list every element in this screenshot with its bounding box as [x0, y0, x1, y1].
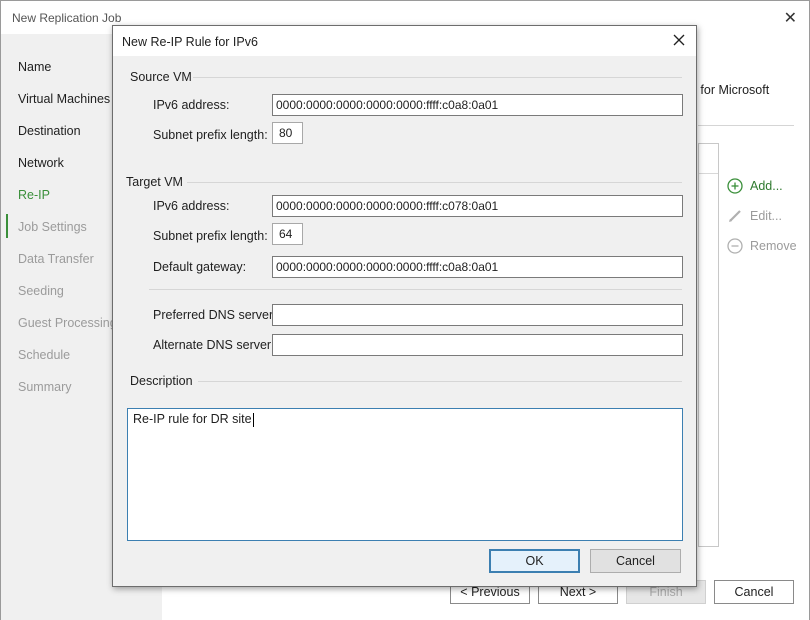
edit-rule-label: Edit... [750, 209, 782, 223]
dialog-titlebar: New Re-IP Rule for IPv6 [113, 26, 696, 56]
step-seeding: Seeding [18, 284, 64, 298]
step-schedule: Schedule [18, 348, 71, 362]
source-ipv6-field[interactable]: 0000:0000:0000:0000:0000:ffff:c0a8:0a01 [272, 94, 683, 116]
step-data-transfer: Data Transfer [18, 252, 94, 266]
target-ipv6-field[interactable]: 0000:0000:0000:0000:0000:ffff:c078:0a01 [272, 195, 683, 217]
target-vm-group-label: Target VM [126, 175, 183, 189]
wizard-cancel-button[interactable]: Cancel [714, 580, 794, 604]
default-gateway-label: Default gateway: [153, 260, 247, 274]
remove-icon [727, 238, 743, 254]
remove-rule-label: Remove [750, 239, 797, 253]
re-ip-rules-list[interactable] [698, 143, 719, 547]
step-re-ip[interactable]: Re-IP [18, 188, 50, 202]
pencil-icon [729, 210, 741, 222]
remove-rule-button: Remove [727, 238, 797, 254]
edit-rule-button: Edit... [727, 208, 782, 224]
description-textarea[interactable]: Re-IP rule for DR site [127, 408, 683, 541]
add-rule-label: Add... [750, 179, 783, 193]
source-prefix-field[interactable]: 80 [272, 122, 303, 144]
preferred-dns-label: Preferred DNS server: [153, 308, 277, 322]
target-prefix-label: Subnet prefix length: [153, 229, 268, 243]
step-summary: Summary [18, 380, 72, 394]
add-icon [727, 178, 743, 194]
source-prefix-label: Subnet prefix length: [153, 128, 268, 142]
dns-divider [149, 289, 682, 290]
close-icon[interactable] [670, 31, 688, 49]
step-network[interactable]: Network [18, 156, 64, 170]
text-caret [252, 412, 254, 427]
dialog-title: New Re-IP Rule for IPv6 [122, 35, 258, 49]
active-step-marker [6, 214, 8, 238]
step-job-settings: Job Settings [18, 220, 87, 234]
description-text: Re-IP rule for DR site [133, 412, 252, 426]
re-ip-rule-dialog: New Re-IP Rule for IPv6 Source VM IPv6 a… [112, 25, 697, 587]
step-name[interactable]: Name [18, 60, 51, 74]
alternate-dns-field[interactable] [272, 334, 683, 356]
step-description-fragment: d for Microsoft [690, 83, 770, 97]
source-vm-group-label: Source VM [130, 70, 192, 84]
target-ipv6-label: IPv6 address: [153, 199, 230, 213]
dialog-cancel-button[interactable]: Cancel [590, 549, 681, 573]
step-guest-processing: Guest Processing [18, 316, 117, 330]
target-prefix-field[interactable]: 64 [272, 223, 303, 245]
wizard-close-icon[interactable]: ✕ [784, 8, 797, 28]
step-virtual-machines[interactable]: Virtual Machines [18, 92, 110, 106]
step-destination[interactable]: Destination [18, 124, 81, 138]
alternate-dns-label: Alternate DNS server: [153, 338, 275, 352]
source-ipv6-label: IPv6 address: [153, 98, 230, 112]
rules-list-header [699, 144, 718, 174]
ok-button[interactable]: OK [489, 549, 580, 573]
source-vm-divider [193, 77, 682, 78]
preferred-dns-field[interactable] [272, 304, 683, 326]
description-group-label: Description [130, 374, 193, 388]
default-gateway-field[interactable]: 0000:0000:0000:0000:0000:ffff:c0a8:0a01 [272, 256, 683, 278]
add-rule-button[interactable]: Add... [727, 178, 783, 194]
target-vm-divider [187, 182, 682, 183]
header-separator [698, 125, 794, 126]
wizard-title: New Replication Job [12, 11, 122, 25]
description-divider [198, 381, 682, 382]
